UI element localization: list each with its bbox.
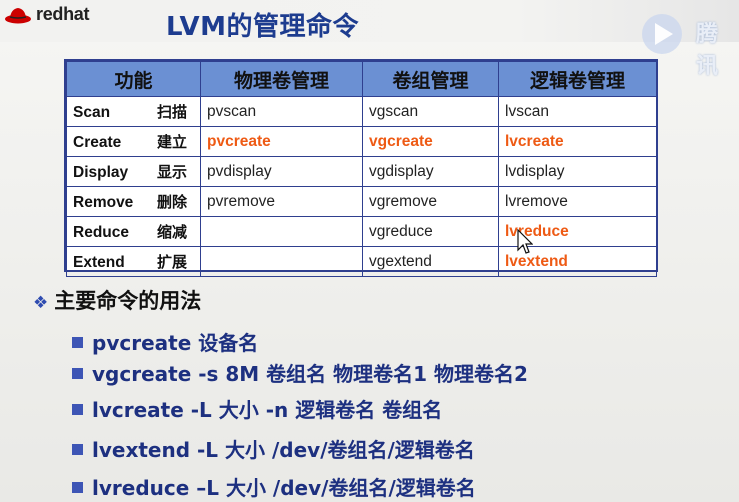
function-cell: Display 显示 <box>66 156 201 187</box>
pv-cell: pvcreate <box>200 126 363 157</box>
header-lv: 逻辑卷管理 <box>498 61 657 97</box>
pv-cell: pvdisplay <box>200 156 363 187</box>
lv-cell: lvremove <box>498 186 657 217</box>
vg-cell: vgremove <box>362 186 499 217</box>
function-cell: Scan 扫描 <box>66 96 201 127</box>
table-row: Remove 删除 pvremove vgremove lvremove <box>66 186 657 217</box>
table-row: Scan 扫描 pvscan vgscan lvscan <box>66 96 657 127</box>
function-cell: Create 建立 <box>66 126 201 157</box>
lv-cell: lvdisplay <box>498 156 657 187</box>
table-row: Display 显示 pvdisplay vgdisplay lvdisplay <box>66 156 657 187</box>
pv-cell <box>200 216 363 247</box>
vg-cell: vgextend <box>362 246 499 277</box>
vg-cell: vgscan <box>362 96 499 127</box>
table-row: Reduce 缩减 vgreduce lvreduce <box>66 216 657 247</box>
vg-cell: vgdisplay <box>362 156 499 187</box>
lv-cell: lvscan <box>498 96 657 127</box>
pv-cell: pvremove <box>200 186 363 217</box>
square-bullet-icon <box>72 404 83 415</box>
vg-cell: vgreduce <box>362 216 499 247</box>
watermark-text: 腾讯 <box>696 22 719 79</box>
command-item: vgcreate -s 8M 卷组名 物理卷名1 物理卷名2 <box>72 358 528 387</box>
command-item: lvcreate -L 大小 -n 逻辑卷名 卷组名 <box>72 394 442 423</box>
square-bullet-icon <box>72 368 83 379</box>
pv-cell: pvscan <box>200 96 363 127</box>
redhat-hat-icon <box>5 8 31 24</box>
square-bullet-icon <box>72 482 83 493</box>
tencent-watermark: 腾讯 <box>634 12 739 79</box>
square-bullet-icon <box>72 444 83 455</box>
square-bullet-icon <box>72 337 83 348</box>
vg-cell: vgcreate <box>362 126 499 157</box>
lv-cell: lvcreate <box>498 126 657 157</box>
redhat-logo: redhat <box>4 4 124 28</box>
command-item: lvreduce –L 大小 /dev/卷组名/逻辑卷名 <box>72 472 476 501</box>
table-header-row: 功能 物理卷管理 卷组管理 逻辑卷管理 <box>66 61 657 97</box>
function-cell: Remove 删除 <box>66 186 201 217</box>
diamond-bullet-icon: ❖ <box>33 293 49 313</box>
play-icon <box>642 14 682 54</box>
pv-cell <box>200 246 363 277</box>
command-item: lvextend -L 大小 /dev/卷组名/逻辑卷名 <box>72 434 475 463</box>
table-row: Create 建立 pvcreate vgcreate lvcreate <box>66 126 657 157</box>
command-item: pvcreate 设备名 <box>72 327 258 356</box>
mouse-cursor-icon <box>517 229 533 254</box>
header-function: 功能 <box>66 61 201 97</box>
table-row: Extend 扩展 vgextend lvextend <box>66 246 657 277</box>
logo-text: redhat <box>36 4 90 24</box>
function-cell: Reduce 缩减 <box>66 216 201 247</box>
header-pv: 物理卷管理 <box>200 61 363 97</box>
section-title: ❖ 主要命令的用法 <box>33 289 202 313</box>
lvm-command-table: 功能 物理卷管理 卷组管理 逻辑卷管理 Scan 扫描 pvscan vgscan… <box>64 59 658 277</box>
function-cell: Extend 扩展 <box>66 246 201 277</box>
header-vg: 卷组管理 <box>362 61 499 97</box>
page-title: LVM的管理命令 <box>166 12 359 42</box>
